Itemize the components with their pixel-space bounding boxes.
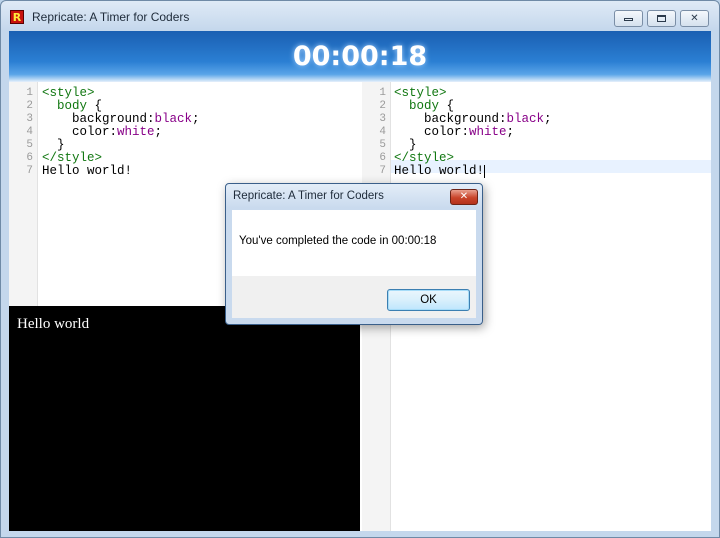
line-number: 4 [26, 126, 33, 138]
output-preview: Hello world [9, 306, 360, 531]
timer-display: 00:00:18 [292, 41, 428, 72]
ok-button[interactable]: OK [387, 289, 470, 311]
line-number: 1 [379, 87, 386, 99]
line-number: 3 [26, 113, 33, 125]
dialog-title: Repricate: A Timer for Coders [233, 190, 384, 202]
line-number: 7 [26, 165, 33, 177]
line-number: 5 [379, 139, 386, 151]
app-icon: R [10, 10, 24, 24]
line-number: 4 [379, 126, 386, 138]
maximize-icon [657, 15, 666, 22]
dialog-footer: OK [232, 276, 476, 318]
line-number: 6 [26, 152, 33, 164]
text-cursor [484, 165, 486, 178]
close-icon: ✕ [459, 191, 469, 202]
line-number: 6 [379, 152, 386, 164]
minimize-button[interactable] [614, 10, 643, 27]
line-number: 2 [379, 100, 386, 112]
window-title: Repricate: A Timer for Coders [32, 10, 190, 24]
code-line: Hello world! [42, 164, 133, 178]
minimize-icon [624, 18, 633, 21]
line-number: 1 [26, 87, 33, 99]
line-number: 3 [379, 113, 386, 125]
code-line: Hello world! [394, 164, 486, 178]
close-icon: ✕ [690, 13, 699, 24]
close-button[interactable]: ✕ [680, 10, 709, 27]
dialog-close-button[interactable]: ✕ [450, 189, 478, 205]
maximize-button[interactable] [647, 10, 676, 27]
preview-text: Hello world [17, 316, 90, 332]
timer-bar: 00:00:18 [9, 31, 711, 82]
line-number: 2 [26, 100, 33, 112]
completion-dialog: Repricate: A Timer for Coders ✕ You've c… [225, 183, 483, 325]
line-number: 5 [26, 139, 33, 151]
title-bar[interactable]: R Repricate: A Timer for Coders ✕ [1, 1, 719, 31]
line-number: 7 [379, 165, 386, 177]
dialog-message: You've completed the code in 00:00:18 [239, 235, 437, 247]
dialog-body: You've completed the code in 00:00:18 [232, 210, 476, 276]
